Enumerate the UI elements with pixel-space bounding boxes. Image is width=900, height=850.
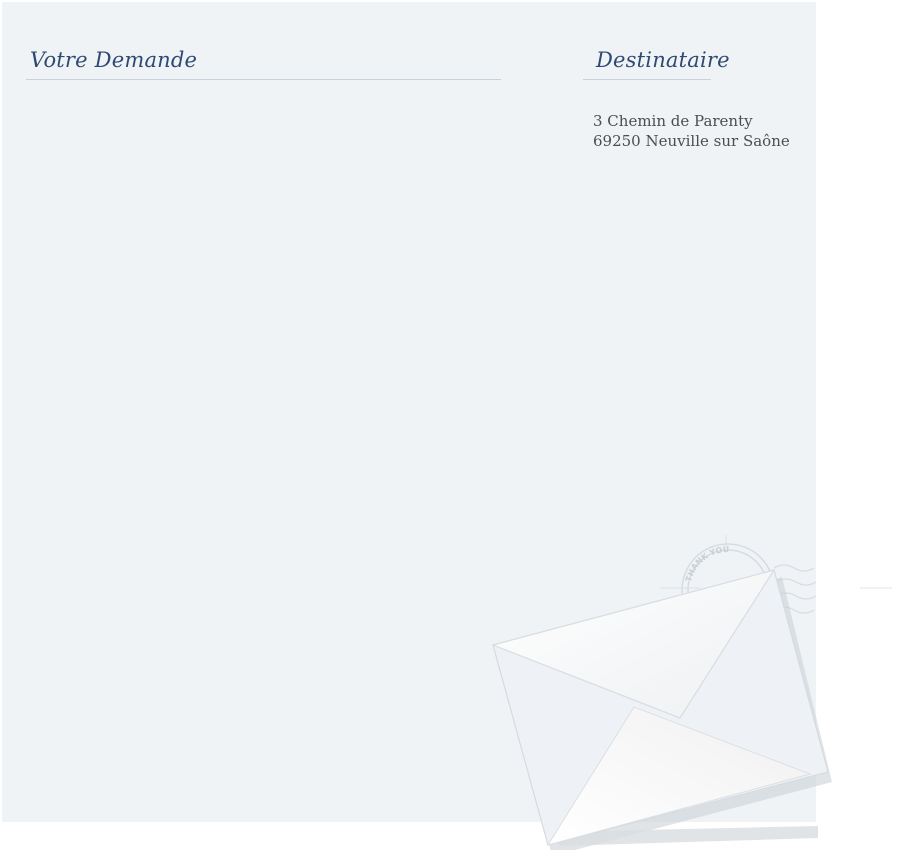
recipient-heading-divider bbox=[583, 79, 711, 80]
recipient-address: 3 Chemin de Parenty 69250 Neuville sur S… bbox=[593, 111, 790, 151]
address-line-city: 69250 Neuville sur Saône bbox=[593, 132, 790, 150]
request-heading: Votre Demande bbox=[30, 48, 198, 72]
recipient-heading: Destinataire bbox=[596, 48, 730, 72]
envelope-icon: THANK YOU bbox=[491, 535, 892, 850]
request-heading-divider bbox=[26, 79, 501, 80]
address-line-street: 3 Chemin de Parenty bbox=[593, 112, 753, 130]
